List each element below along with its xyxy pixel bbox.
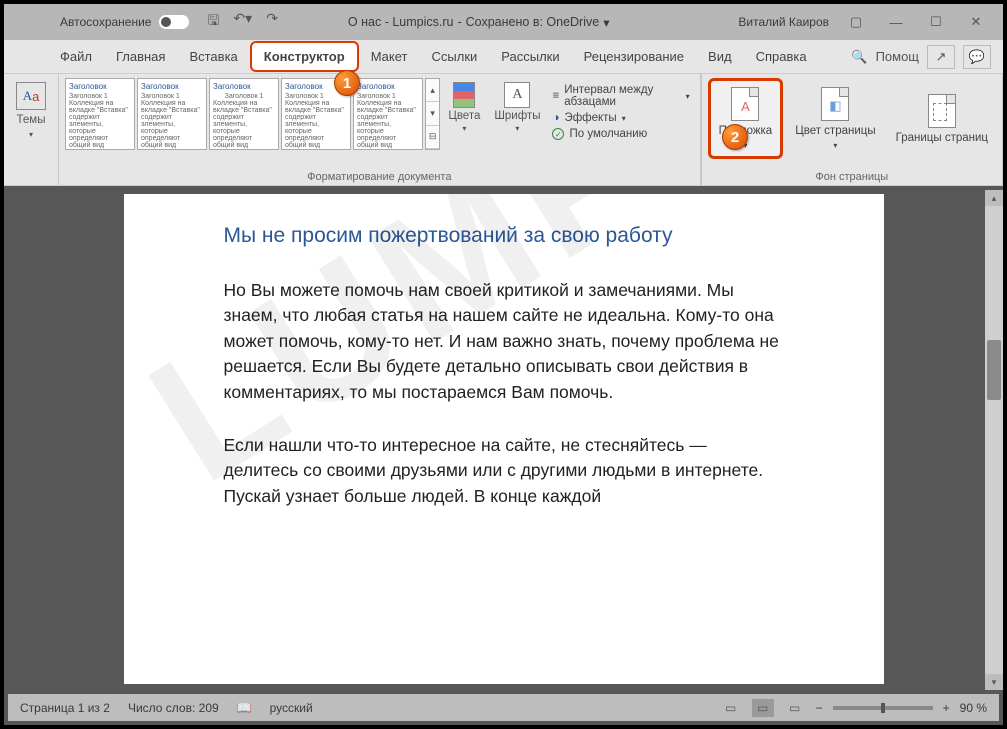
tab-layout[interactable]: Макет bbox=[359, 43, 420, 70]
callout-badge-1: 1 bbox=[334, 70, 360, 96]
spacing-icon: ≡ bbox=[552, 90, 559, 102]
language-indicator[interactable]: русский bbox=[270, 701, 313, 715]
page-borders-label: Границы страниц bbox=[896, 132, 988, 144]
style-preview[interactable]: ЗаголовокЗаголовок 1Коллекция на вкладке… bbox=[353, 78, 423, 150]
tab-help[interactable]: Справка bbox=[744, 43, 819, 70]
document-heading: Мы не просим пожертвований за свою работ… bbox=[224, 224, 784, 248]
gallery-scroll[interactable]: ▴▾⊟ bbox=[425, 78, 440, 150]
proofing-icon[interactable]: 📖 bbox=[237, 701, 252, 715]
watermark-button[interactable]: A Подложка ▾ bbox=[708, 78, 784, 159]
quick-access-toolbar: 🖫 ↶▾ ↷ bbox=[207, 10, 277, 34]
zoom-out-icon[interactable]: − bbox=[816, 701, 823, 715]
themes-button[interactable]: Aa Темы ▾ bbox=[10, 78, 52, 143]
scrollbar-thumb[interactable] bbox=[987, 340, 1001, 400]
ribbon-tabs: Файл Главная Вставка Конструктор Макет С… bbox=[4, 40, 1003, 74]
minimize-icon[interactable]: — bbox=[879, 8, 913, 36]
title-bar: Автосохранение 🖫 ↶▾ ↷ О нас - Lumpics.ru… bbox=[4, 4, 1003, 40]
share-button[interactable]: ↗ bbox=[927, 45, 955, 69]
read-mode-icon[interactable]: ▭ bbox=[720, 699, 742, 717]
print-layout-icon[interactable]: ▭ bbox=[752, 699, 774, 717]
save-icon[interactable]: 🖫 bbox=[207, 10, 219, 34]
word-count[interactable]: Число слов: 209 bbox=[128, 701, 219, 715]
page-color-label: Цвет страницы bbox=[795, 125, 875, 137]
style-preview[interactable]: ЗаголовокЗаголовок 1Коллекция на вкладке… bbox=[209, 78, 279, 150]
tell-me-label[interactable]: Помощ bbox=[876, 49, 919, 64]
paragraph-spacing-button[interactable]: ≡Интервал между абзацами▾ bbox=[552, 84, 689, 108]
colors-label: Цвета bbox=[448, 110, 480, 122]
style-preview[interactable]: ЗаголовокЗаголовок 1Коллекция на вкладке… bbox=[137, 78, 207, 150]
page-color-button[interactable]: ◧ Цвет страницы ▾ bbox=[787, 78, 883, 159]
tab-insert[interactable]: Вставка bbox=[177, 43, 249, 70]
style-preview[interactable]: ЗаголовокЗаголовок 1Коллекция на вкладке… bbox=[65, 78, 135, 150]
watermark-icon: A bbox=[731, 87, 759, 121]
fonts-label: Шрифты bbox=[494, 110, 540, 122]
scroll-up-icon[interactable]: ▴ bbox=[985, 190, 1003, 206]
check-icon: ✓ bbox=[552, 128, 564, 140]
user-name[interactable]: Виталий Каиров bbox=[738, 15, 829, 29]
themes-icon: Aa bbox=[16, 82, 46, 110]
tab-file[interactable]: Файл bbox=[48, 43, 104, 70]
document-page[interactable]: LUMPI Мы не просим пожертвований за свою… bbox=[124, 194, 884, 684]
colors-button[interactable]: Цвета▾ bbox=[442, 78, 486, 150]
tab-design[interactable]: Конструктор bbox=[250, 41, 359, 72]
tab-home[interactable]: Главная bbox=[104, 43, 177, 70]
undo-icon[interactable]: ↶▾ bbox=[233, 10, 252, 34]
scroll-down-icon[interactable]: ▾ bbox=[985, 674, 1003, 690]
effects-icon: ◑ bbox=[552, 112, 559, 124]
tab-mailings[interactable]: Рассылки bbox=[489, 43, 571, 70]
page-indicator[interactable]: Страница 1 из 2 bbox=[20, 701, 110, 715]
status-bar: Страница 1 из 2 Число слов: 209 📖 русски… bbox=[8, 694, 999, 721]
document-area[interactable]: LUMPI Мы не просим пожертвований за свою… bbox=[4, 186, 1003, 694]
redo-icon[interactable]: ↷ bbox=[266, 10, 278, 34]
zoom-in-icon[interactable]: + bbox=[943, 701, 950, 715]
autosave-label: Автосохранение bbox=[60, 15, 151, 29]
maximize-icon[interactable]: ☐ bbox=[919, 8, 953, 36]
fonts-button[interactable]: A Шрифты▾ bbox=[488, 78, 546, 150]
tab-references[interactable]: Ссылки bbox=[420, 43, 490, 70]
comments-button[interactable]: 💬 bbox=[963, 45, 991, 69]
tab-view[interactable]: Вид bbox=[696, 43, 744, 70]
page-color-icon: ◧ bbox=[821, 87, 849, 121]
ribbon: Aa Темы ▾ ЗаголовокЗаголовок 1Коллекция … bbox=[4, 74, 1003, 186]
vertical-scrollbar[interactable]: ▴ ▾ bbox=[985, 190, 1003, 690]
document-paragraph: Если нашли что-то интересное на сайте, н… bbox=[224, 433, 784, 509]
page-borders-icon bbox=[928, 94, 956, 128]
document-paragraph: Но Вы можете помочь нам своей критикой и… bbox=[224, 278, 784, 405]
zoom-level[interactable]: 90 % bbox=[960, 701, 987, 715]
group-label-format: Форматирование документа bbox=[65, 169, 694, 183]
autosave-section: Автосохранение bbox=[60, 15, 189, 29]
tell-me-icon[interactable]: 🔍 bbox=[851, 49, 867, 65]
document-title: О нас - Lumpics.ru - Сохранено в: OneDri… bbox=[348, 15, 610, 30]
set-default-button[interactable]: ✓По умолчанию bbox=[552, 128, 689, 140]
page-borders-button[interactable]: Границы страниц bbox=[888, 78, 996, 159]
close-icon[interactable]: ✕ bbox=[959, 8, 993, 36]
autosave-toggle[interactable] bbox=[159, 15, 189, 29]
ribbon-options-icon[interactable]: ▢ bbox=[839, 8, 873, 36]
effects-button[interactable]: ◑Эффекты▾ bbox=[552, 112, 689, 124]
tab-review[interactable]: Рецензирование bbox=[572, 43, 696, 70]
saved-location: Сохранено в: OneDrive bbox=[466, 15, 600, 30]
callout-badge-2: 2 bbox=[722, 124, 748, 150]
themes-label: Темы bbox=[17, 114, 46, 126]
zoom-slider[interactable] bbox=[833, 706, 933, 710]
group-label-bg: Фон страницы bbox=[708, 169, 996, 183]
web-layout-icon[interactable]: ▭ bbox=[784, 699, 806, 717]
doc-name: О нас - Lumpics.ru bbox=[348, 15, 454, 30]
style-gallery[interactable]: ЗаголовокЗаголовок 1Коллекция на вкладке… bbox=[65, 78, 423, 150]
